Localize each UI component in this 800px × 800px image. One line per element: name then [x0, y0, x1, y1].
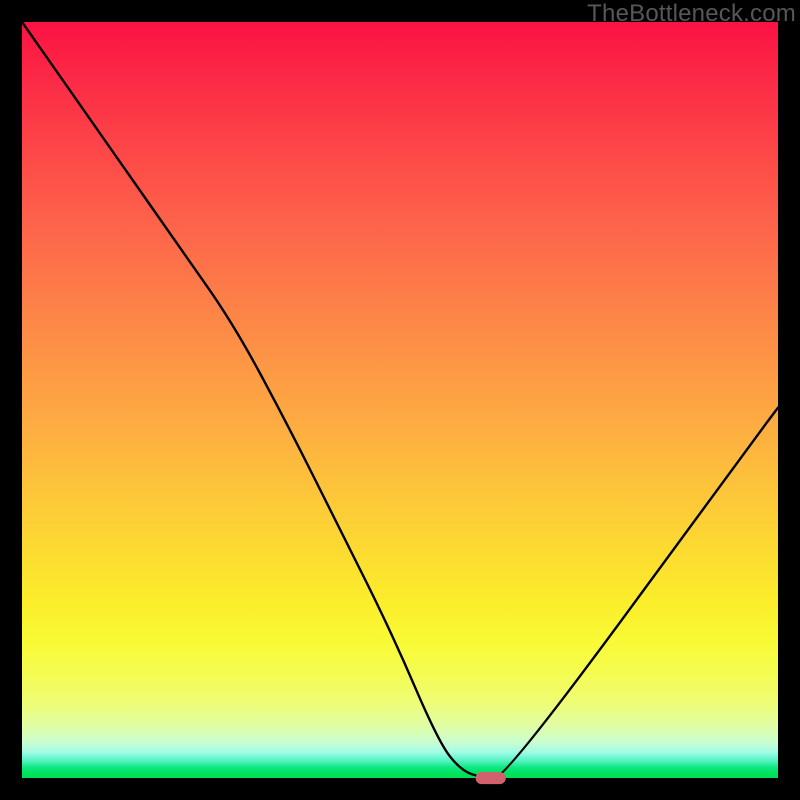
watermark-text: TheBottleneck.com [587, 0, 796, 28]
optimal-marker [476, 772, 506, 784]
chart-frame: TheBottleneck.com [0, 0, 800, 800]
bottleneck-curve [22, 22, 778, 778]
chart-overlay [22, 22, 778, 778]
